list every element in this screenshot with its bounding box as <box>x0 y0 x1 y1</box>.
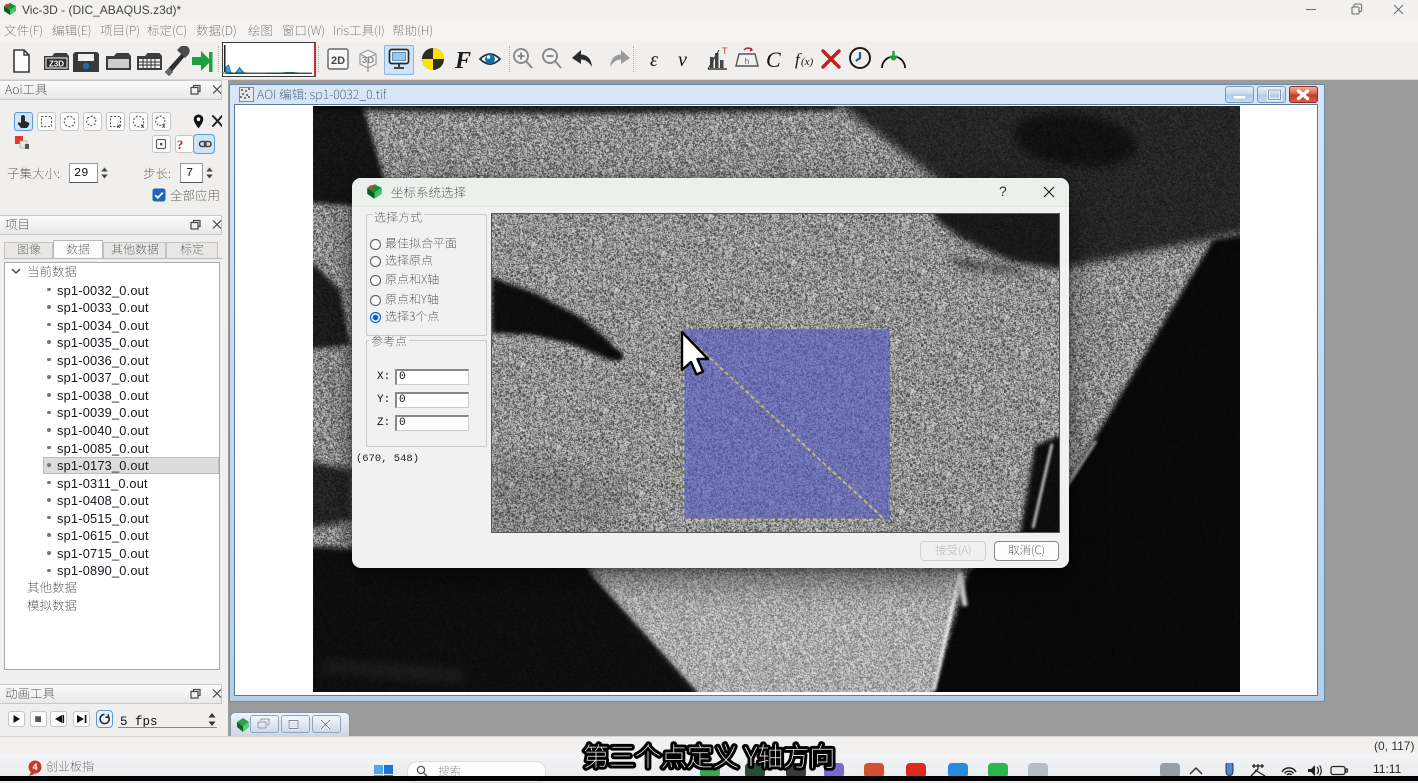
svg-text:x: x <box>141 124 145 130</box>
svg-text:4: 4 <box>32 762 37 772</box>
svg-text:T: T <box>722 46 728 56</box>
svg-text:h: h <box>745 57 749 66</box>
svg-text:3D: 3D <box>362 55 374 66</box>
svg-text:C: C <box>766 47 781 72</box>
svg-text:x: x <box>162 124 166 130</box>
svg-text:(x): (x) <box>801 56 814 68</box>
svg-text:Z3D: Z3D <box>49 60 64 69</box>
svg-text:ε: ε <box>650 49 658 71</box>
svg-text:2D: 2D <box>331 55 345 67</box>
svg-text:F: F <box>454 48 471 73</box>
svg-text:ν: ν <box>678 49 687 71</box>
svg-text:?: ? <box>177 137 184 152</box>
